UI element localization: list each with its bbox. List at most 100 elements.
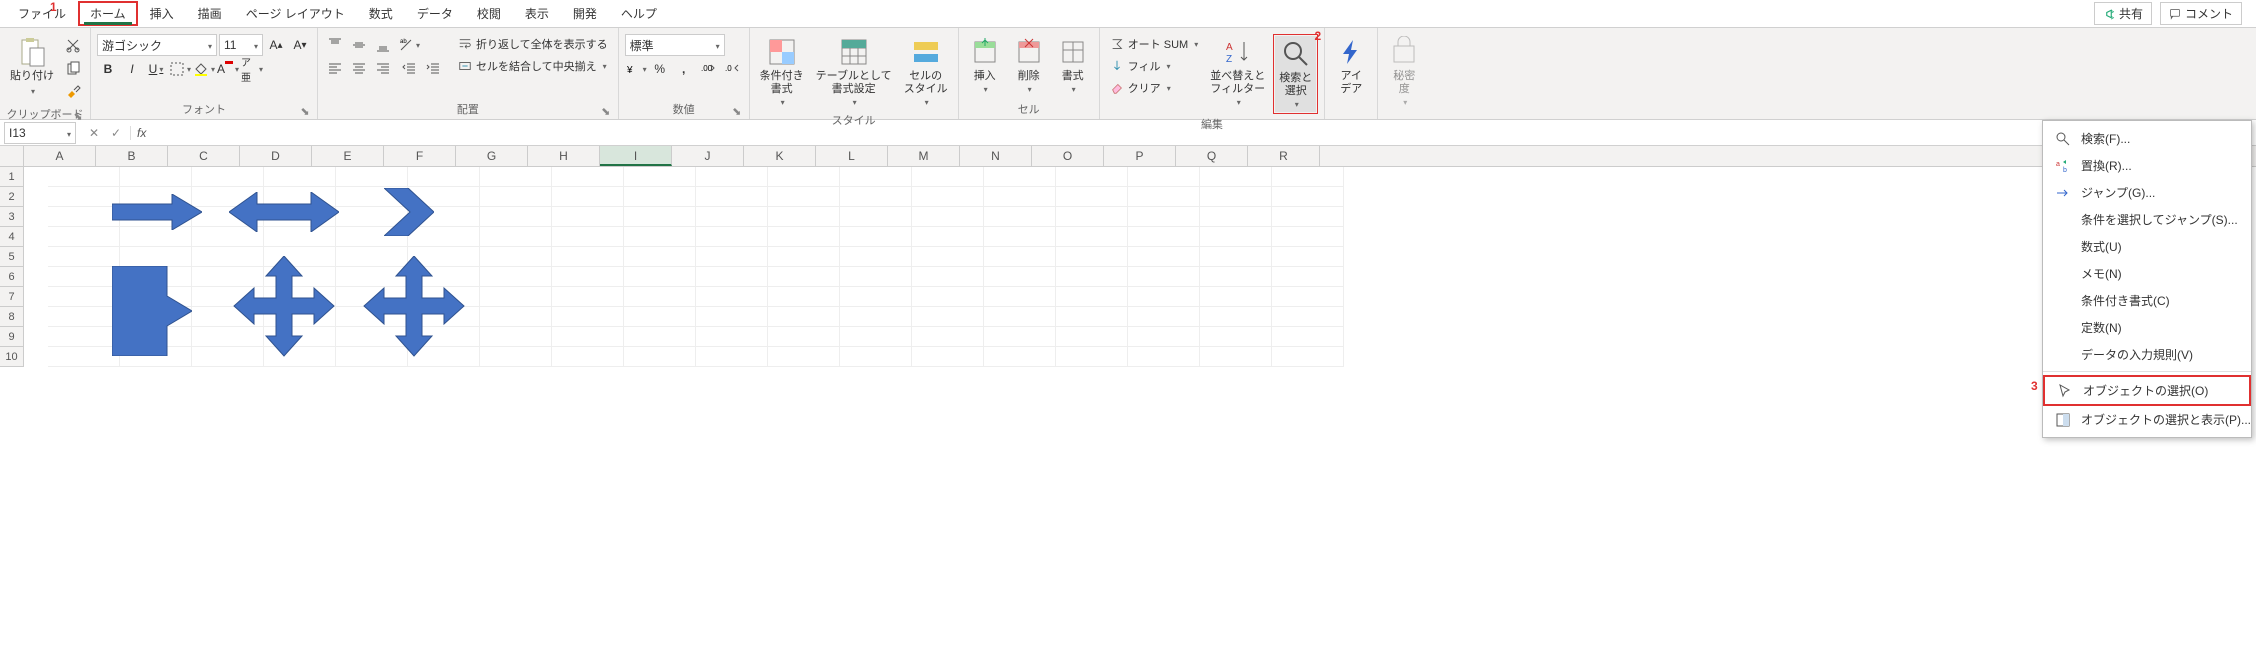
worksheet-grid[interactable]: ABCDEFGHIJKLMNOPQR 12345678910	[0, 146, 2256, 367]
cell[interactable]	[480, 307, 552, 327]
increase-indent-button[interactable]	[422, 58, 444, 80]
cell[interactable]	[1128, 327, 1200, 347]
align-top-button[interactable]	[324, 34, 346, 56]
cell[interactable]	[840, 187, 912, 207]
cell[interactable]	[552, 327, 624, 347]
cell[interactable]	[840, 327, 912, 347]
cell[interactable]	[1200, 347, 1272, 367]
cell[interactable]	[1272, 307, 1344, 327]
cell[interactable]	[480, 227, 552, 247]
cell[interactable]	[1128, 167, 1200, 187]
tab-home[interactable]: ホーム	[78, 1, 138, 26]
cell[interactable]	[552, 267, 624, 287]
row-header[interactable]: 2	[0, 187, 24, 207]
shape-right-arrow[interactable]	[112, 194, 202, 230]
cell[interactable]	[1128, 287, 1200, 307]
decrease-decimal-button[interactable]: .0	[721, 58, 743, 80]
cell[interactable]	[480, 287, 552, 307]
cell[interactable]	[840, 307, 912, 327]
row-header[interactable]: 8	[0, 307, 24, 327]
column-header[interactable]: E	[312, 146, 384, 166]
share-button[interactable]: 共有	[2094, 2, 2152, 25]
column-header[interactable]: P	[1104, 146, 1176, 166]
cell[interactable]	[48, 267, 120, 287]
cell[interactable]	[1056, 347, 1128, 367]
cell[interactable]	[912, 247, 984, 267]
cell[interactable]	[48, 307, 120, 327]
column-header[interactable]: F	[384, 146, 456, 166]
cell[interactable]	[120, 247, 192, 267]
cell[interactable]	[1200, 287, 1272, 307]
cell[interactable]	[1056, 327, 1128, 347]
cell[interactable]	[480, 327, 552, 347]
column-header[interactable]: D	[240, 146, 312, 166]
cell[interactable]	[1128, 267, 1200, 287]
row-header[interactable]: 1	[0, 167, 24, 187]
cell[interactable]	[840, 287, 912, 307]
cut-button[interactable]	[62, 34, 84, 56]
percent-button[interactable]: %	[649, 58, 671, 80]
menu-data-validation[interactable]: データの入力規則(V)	[2043, 341, 2251, 368]
cell[interactable]	[1056, 187, 1128, 207]
cell[interactable]	[624, 247, 696, 267]
column-header[interactable]: L	[816, 146, 888, 166]
ideas-button[interactable]: アイ デア	[1331, 34, 1371, 98]
tab-view[interactable]: 表示	[513, 1, 561, 26]
cell[interactable]	[984, 167, 1056, 187]
cell[interactable]	[552, 227, 624, 247]
cell[interactable]	[1200, 167, 1272, 187]
menu-constants[interactable]: 定数(N)	[2043, 314, 2251, 341]
cell[interactable]	[984, 227, 1056, 247]
increase-font-button[interactable]: A▴	[265, 34, 287, 56]
cell[interactable]	[48, 287, 120, 307]
cell[interactable]	[984, 187, 1056, 207]
cell[interactable]	[624, 347, 696, 367]
menu-goto-special[interactable]: 条件を選択してジャンプ(S)...	[2043, 206, 2251, 233]
cell[interactable]	[120, 167, 192, 187]
font-color-button[interactable]: A	[217, 58, 239, 80]
cell[interactable]	[696, 187, 768, 207]
cell[interactable]	[624, 267, 696, 287]
comment-button[interactable]: コメント	[2160, 2, 2242, 25]
cell[interactable]	[552, 247, 624, 267]
cell[interactable]	[912, 287, 984, 307]
cell[interactable]	[552, 187, 624, 207]
cell[interactable]	[840, 267, 912, 287]
cell[interactable]	[912, 327, 984, 347]
cell[interactable]	[1128, 187, 1200, 207]
cell[interactable]	[480, 267, 552, 287]
cell[interactable]	[552, 207, 624, 227]
menu-formulas[interactable]: 数式(U)	[2043, 233, 2251, 260]
cell[interactable]	[1056, 227, 1128, 247]
cell[interactable]	[1272, 167, 1344, 187]
cell[interactable]	[552, 287, 624, 307]
cell[interactable]	[1056, 307, 1128, 327]
cell[interactable]	[1272, 287, 1344, 307]
cell[interactable]	[1056, 167, 1128, 187]
column-header[interactable]: B	[96, 146, 168, 166]
cell[interactable]	[48, 167, 120, 187]
merge-center-button[interactable]: セルを結合して中央揃え	[454, 56, 612, 76]
sensitivity-button[interactable]: 秘密 度	[1384, 34, 1424, 110]
menu-replace[interactable]: ab置換(R)...	[2043, 152, 2251, 179]
cell[interactable]	[1200, 207, 1272, 227]
cell[interactable]	[1200, 247, 1272, 267]
cell[interactable]	[624, 207, 696, 227]
cell[interactable]	[840, 167, 912, 187]
cell[interactable]	[552, 347, 624, 367]
cell[interactable]	[1272, 247, 1344, 267]
cell[interactable]	[984, 307, 1056, 327]
cell[interactable]	[48, 227, 120, 247]
cell[interactable]	[1128, 247, 1200, 267]
cell[interactable]	[840, 207, 912, 227]
column-header[interactable]: Q	[1176, 146, 1248, 166]
menu-select-objects[interactable]: 3 オブジェクトの選択(O)	[2043, 375, 2251, 406]
cell[interactable]	[840, 347, 912, 367]
align-right-button[interactable]	[372, 58, 394, 80]
enter-formula-button[interactable]: ✓	[106, 126, 126, 140]
border-button[interactable]	[169, 58, 191, 80]
cell[interactable]	[1272, 347, 1344, 367]
cell[interactable]	[696, 207, 768, 227]
cell[interactable]	[480, 167, 552, 187]
font-size-select[interactable]: 11	[219, 34, 263, 56]
